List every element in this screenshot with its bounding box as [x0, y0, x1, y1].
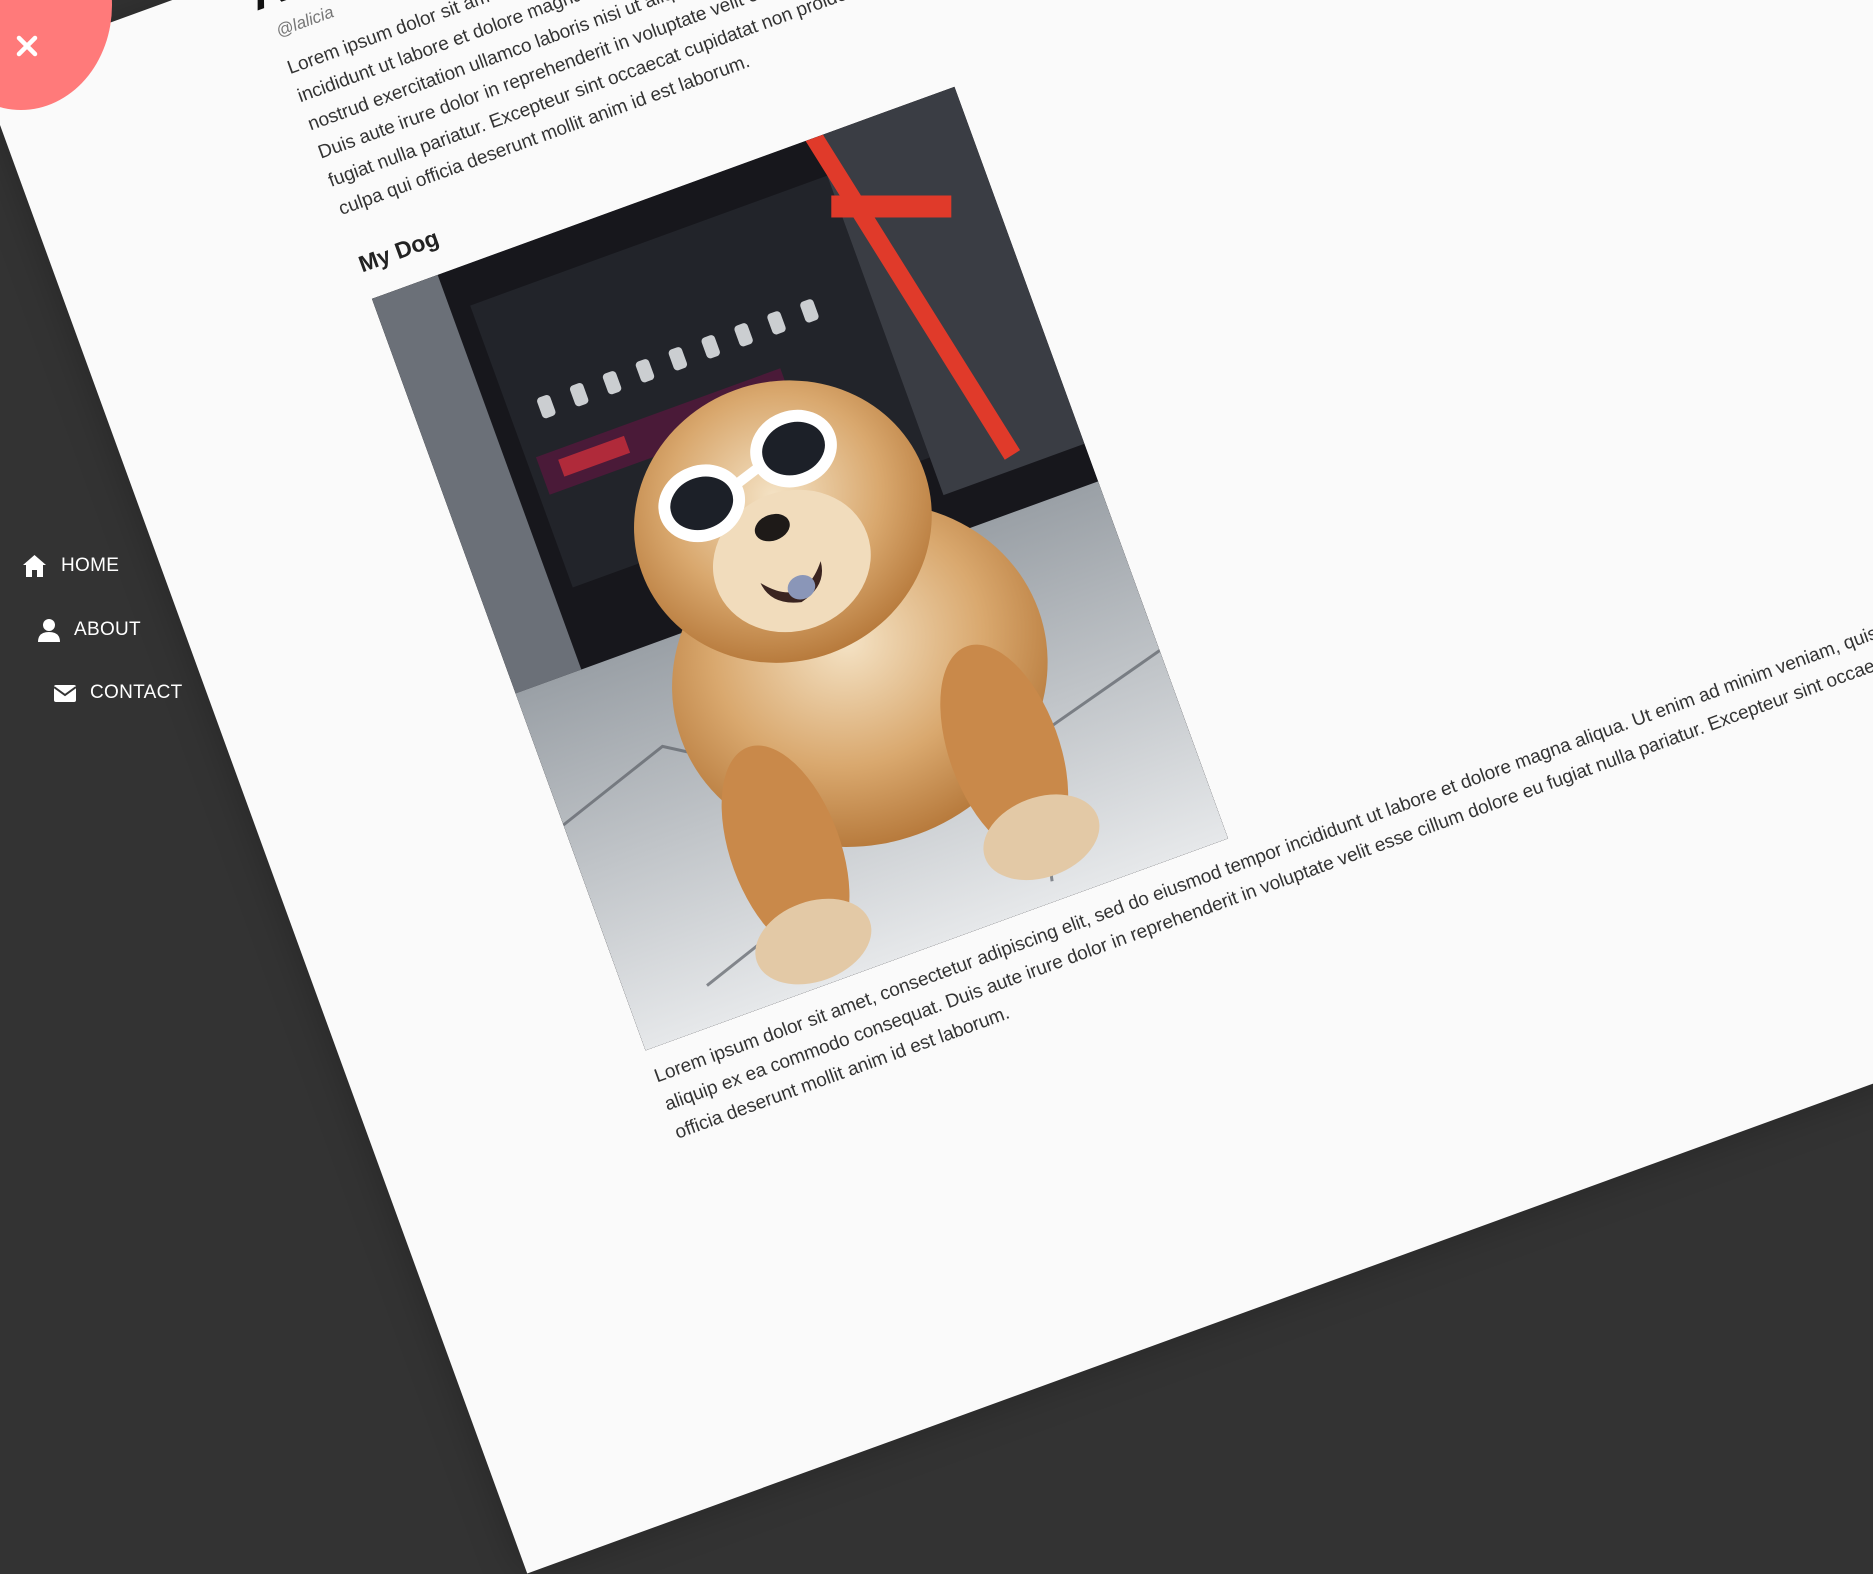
nav-item-home[interactable]: HOME	[22, 554, 119, 578]
envelope-icon	[54, 684, 76, 702]
nav-item-about[interactable]: ABOUT	[38, 618, 141, 642]
user-icon	[38, 619, 60, 642]
nav-label-home: HOME	[61, 555, 120, 576]
nav-label-contact: CONTACT	[90, 682, 183, 703]
article: Am @lalicia Lorem ipsum dolor sit amet, …	[242, 0, 1873, 1152]
home-icon	[23, 555, 46, 577]
nav-item-contact[interactable]: CONTACT	[54, 682, 183, 704]
close-icon	[16, 35, 38, 57]
sidebar-nav: HOME ABOUT CONTACT	[0, 0, 320, 925]
nav-label-about: ABOUT	[74, 619, 141, 640]
